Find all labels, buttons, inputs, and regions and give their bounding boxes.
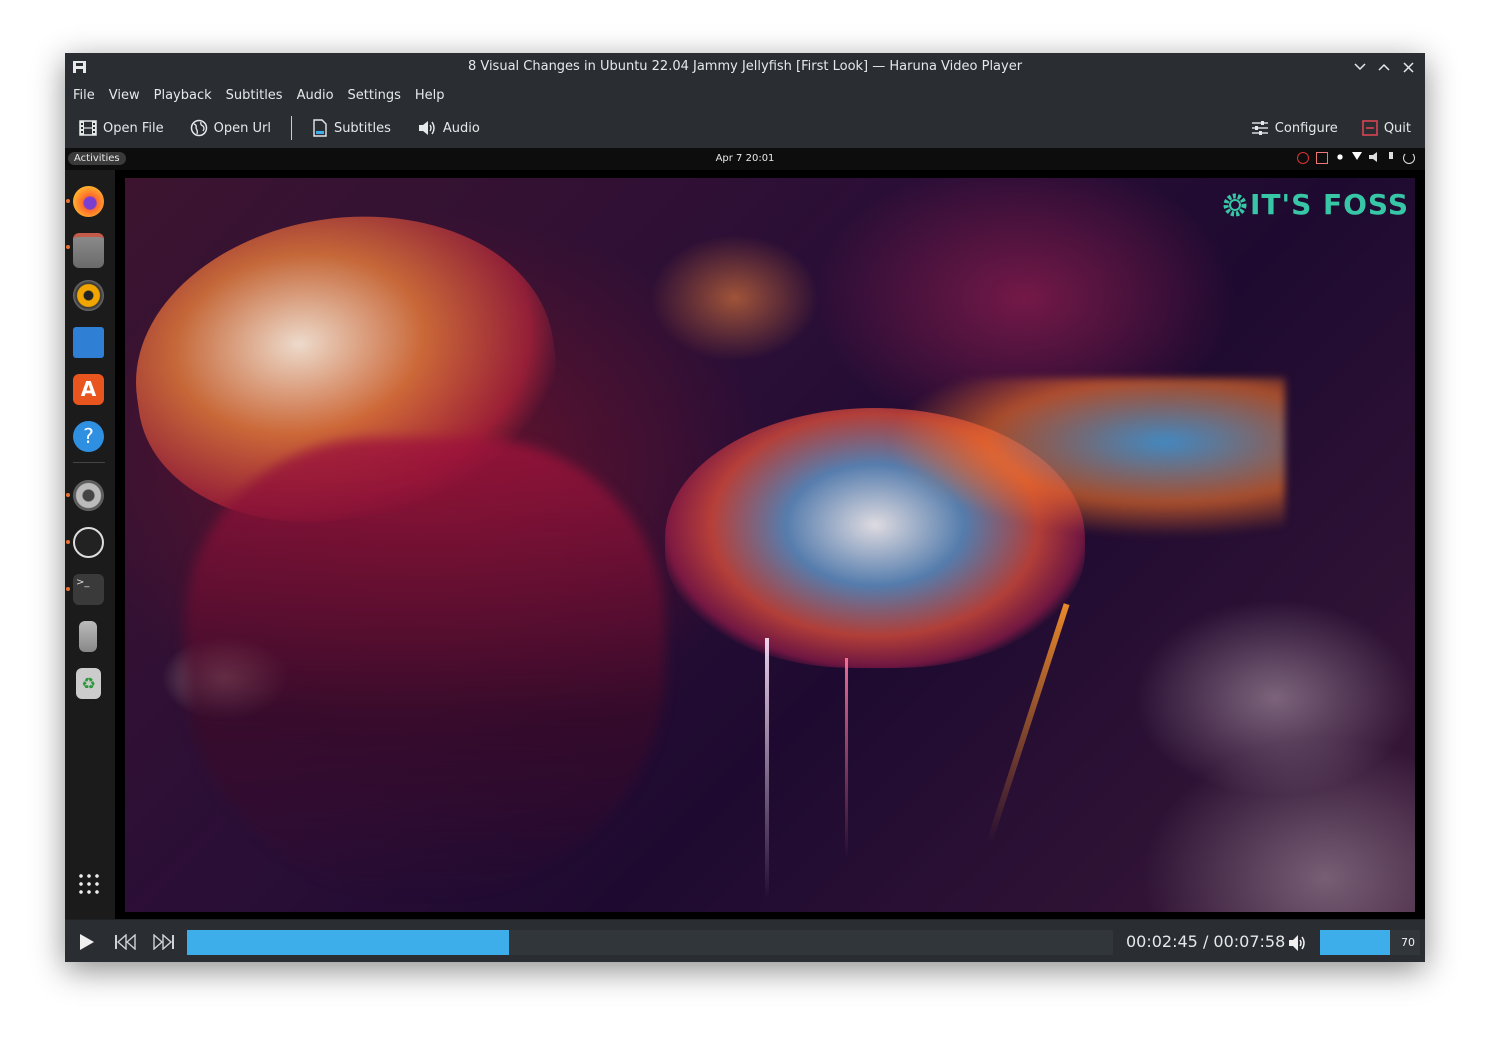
skip-forward-icon xyxy=(153,934,174,950)
speaker-icon xyxy=(418,121,435,135)
subtitles-label: Subtitles xyxy=(333,120,391,136)
its-foss-watermark: IT'S FOSS xyxy=(1222,188,1409,221)
dock-separator xyxy=(73,462,105,463)
open-url-button[interactable]: Open Url xyxy=(184,113,277,143)
video-desktop-dock: A ? >_ ♻ xyxy=(65,170,115,919)
close-button[interactable] xyxy=(1399,57,1417,77)
dock-indicator xyxy=(66,540,70,544)
help-icon: ? xyxy=(73,421,104,452)
tray-power-icon xyxy=(1403,152,1415,164)
quit-icon xyxy=(1362,120,1378,136)
open-file-label: Open File xyxy=(103,120,164,136)
tray-mic-icon xyxy=(1389,152,1393,159)
seek-slider[interactable] xyxy=(187,930,1113,955)
dock-indicator xyxy=(66,245,70,249)
gear-icon xyxy=(1223,193,1247,216)
document-icon xyxy=(313,119,327,137)
open-file-button[interactable]: Open File xyxy=(73,113,170,143)
sliders-icon xyxy=(1251,121,1268,135)
jellyfish-right-trail xyxy=(885,378,1285,538)
window-controls xyxy=(1351,57,1417,77)
haruna-window: 8 Visual Changes in Ubuntu 22.04 Jammy J… xyxy=(65,53,1425,962)
menu-view[interactable]: View xyxy=(103,88,146,103)
menu-subtitles[interactable]: Subtitles xyxy=(220,88,289,103)
video-area[interactable]: Activities Apr 7 20:01 A ? >_ ♻ IT'S FOS… xyxy=(65,148,1425,919)
writer-icon xyxy=(73,327,104,358)
tray-volume-icon xyxy=(1369,152,1377,162)
toolbar: Open File Open Url Subtitles Audio Confi… xyxy=(65,108,1425,148)
open-url-label: Open Url xyxy=(213,120,271,136)
video-clock: Apr 7 20:01 xyxy=(715,153,775,164)
configure-button[interactable]: Configure xyxy=(1245,113,1344,143)
skip-back-icon xyxy=(115,934,136,950)
volume-value: 70 xyxy=(1401,936,1415,949)
terminal-icon: >_ xyxy=(73,574,104,605)
watermark-text: IT'S FOSS xyxy=(1249,188,1409,221)
trash-icon: ♻ xyxy=(76,668,101,699)
chevron-down-icon xyxy=(1354,63,1366,71)
menu-bar: File View Playback Subtitles Audio Setti… xyxy=(65,82,1425,108)
software-icon: A xyxy=(73,374,104,405)
configure-label: Configure xyxy=(1274,120,1338,136)
minimize-button[interactable] xyxy=(1351,57,1369,77)
film-icon xyxy=(79,120,97,136)
jellyfish-tentacle xyxy=(765,638,769,898)
volume-slider[interactable]: 70 xyxy=(1320,930,1420,955)
audio-button[interactable]: Audio xyxy=(411,113,486,143)
dock-indicator xyxy=(66,587,70,591)
chevron-up-icon xyxy=(1378,63,1390,71)
toolbar-separator xyxy=(290,116,292,140)
title-bar: 8 Visual Changes in Ubuntu 22.04 Jammy J… xyxy=(65,53,1425,82)
menu-playback[interactable]: Playback xyxy=(148,88,218,103)
previous-button[interactable] xyxy=(114,931,136,953)
play-button[interactable] xyxy=(75,931,97,953)
quit-label: Quit xyxy=(1383,120,1411,136)
tray-wifi-icon xyxy=(1352,152,1362,160)
seek-progress-fill xyxy=(187,930,510,955)
menu-help[interactable]: Help xyxy=(409,88,451,103)
app-grid-icon xyxy=(77,872,101,896)
volume-icon[interactable] xyxy=(1287,932,1309,954)
usb-icon xyxy=(79,621,97,652)
maximize-button[interactable] xyxy=(1375,57,1393,77)
menu-file[interactable]: File xyxy=(67,88,101,103)
window-title: 8 Visual Changes in Ubuntu 22.04 Jammy J… xyxy=(467,59,1023,74)
menu-settings[interactable]: Settings xyxy=(342,88,407,103)
time-display: 00:02:45 / 00:07:58 xyxy=(1126,932,1286,951)
subtitles-button[interactable]: Subtitles xyxy=(306,113,397,143)
next-button[interactable] xyxy=(153,931,175,953)
video-frame: IT'S FOSS xyxy=(125,178,1415,912)
dock-indicator xyxy=(66,493,70,497)
settings-icon xyxy=(73,480,104,511)
dock-indicator xyxy=(66,199,70,203)
jellyfish-tentacle xyxy=(845,658,848,858)
tray-screen-icon xyxy=(1316,152,1328,164)
quit-button[interactable]: Quit xyxy=(1356,113,1417,143)
tray-brightness-icon xyxy=(1335,152,1345,162)
play-icon xyxy=(80,934,94,950)
globe-icon xyxy=(190,119,207,137)
obs-icon xyxy=(73,527,104,558)
files-icon xyxy=(73,233,104,268)
jellyfish-left-tentacles xyxy=(185,438,665,898)
tray-record-icon xyxy=(1297,152,1309,164)
audio-label: Audio xyxy=(442,120,480,136)
toolbar-right: Configure Quit xyxy=(1245,113,1417,143)
menu-audio[interactable]: Audio xyxy=(291,88,340,103)
video-desktop-topbar: Activities Apr 7 20:01 xyxy=(65,148,1425,170)
close-icon xyxy=(1402,61,1414,73)
firefox-icon xyxy=(73,186,104,217)
video-system-tray xyxy=(1297,152,1415,164)
playback-controls: 00:02:45 / 00:07:58 70 xyxy=(65,919,1425,962)
rhythmbox-icon xyxy=(73,280,104,311)
